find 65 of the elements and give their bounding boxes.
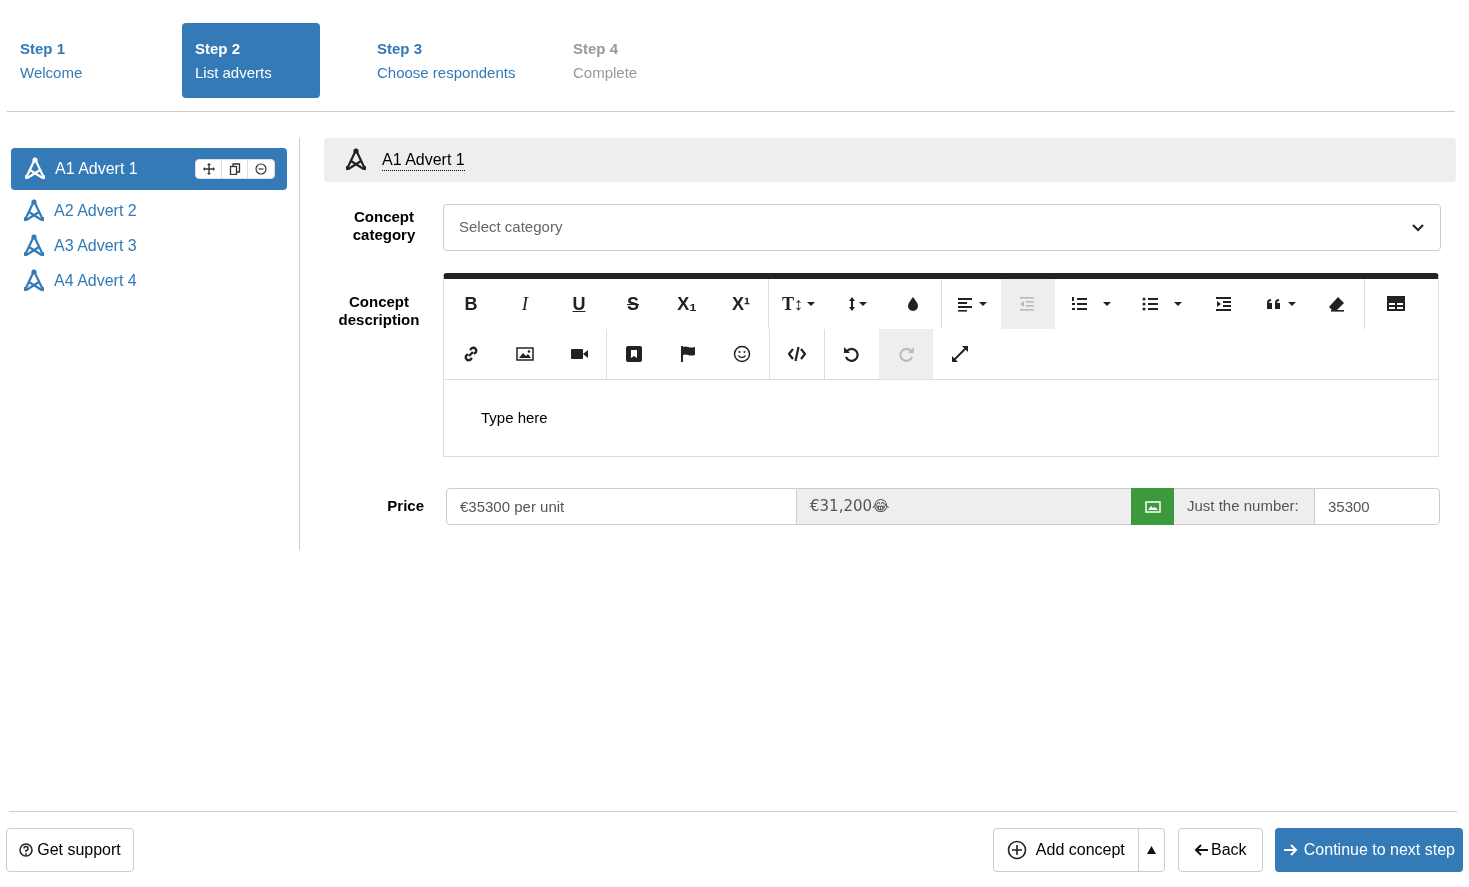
support-button[interactable]: Get support [6,827,134,872]
advert-icon [22,198,46,223]
price-input[interactable]: €35300 per unit [446,488,797,525]
field-label: Concept description [337,293,421,329]
caret-icon [1173,302,1182,306]
move-icon [202,163,215,175]
help-icon [19,842,34,857]
indent-icon [1215,295,1233,313]
bold-button[interactable]: B [444,279,498,329]
advert-icon [344,148,368,172]
image-icon [1144,500,1161,513]
step-link[interactable]: Step 1 Welcome [7,23,182,98]
image-icon [516,345,534,363]
caret-icon [978,302,987,306]
flag-icon [679,345,697,363]
number-input[interactable]: 35300 [1314,488,1440,525]
copy-icon [228,163,241,175]
bookmark-icon [625,345,643,363]
remove-icon [255,163,267,175]
advert-icon [22,268,46,293]
caret-up-icon [1146,845,1156,854]
link-icon [462,345,480,363]
emoji-icon [733,345,751,363]
caret-icon [807,302,815,306]
advert-icon [22,233,46,258]
price-preview: €31,200😂 [797,488,1131,525]
caret-icon [1287,302,1296,306]
advert-list-item[interactable]: A1 Advert 1 [11,148,287,190]
category-select[interactable]: Select category [443,204,1441,251]
font-size-button[interactable]: T↕ [769,279,828,329]
clear-format-icon [1328,295,1346,313]
superscript-button[interactable]: X¹ [714,279,768,329]
advert-list-item[interactable]: A3 Advert 3 [11,228,287,263]
step-link[interactable]: Step 3 Choose respondents [364,23,560,98]
step-link: Step 4 Complete [572,38,639,83]
outdent-icon [1019,295,1037,313]
table-icon [1387,295,1405,313]
advert-list-item[interactable]: A2 Advert 2 [11,193,287,228]
field-label: Concept category [351,208,417,244]
advert-icon [23,157,47,181]
bullet-list-icon [1141,295,1160,313]
step-tab[interactable]: Step 2 List adverts [182,23,320,98]
italic-button[interactable]: I [498,279,552,329]
fullscreen-icon [951,345,969,363]
add-icon [1006,839,1027,860]
arrow-left-icon [1194,842,1209,857]
align-icon [956,295,975,313]
caret-icon [858,302,867,306]
caret-icon [1102,302,1111,306]
strikethrough-button[interactable]: S [606,279,660,329]
undo-icon [843,345,861,363]
code-view-icon [788,345,806,363]
editor-text-area[interactable]: Type here [444,380,1438,456]
field-label: Price [387,497,424,515]
arrow-right-icon [1282,842,1297,857]
subscript-button[interactable]: X₁ [660,279,714,329]
ordered-list-icon [1070,295,1089,313]
next-step-button[interactable]: Continue to next step [1274,827,1463,872]
underline-button[interactable]: U [552,279,606,329]
advert-list-item[interactable]: A4 Advert 4 [11,263,287,298]
redo-icon [897,345,915,363]
line-height-icon [848,297,855,311]
panel-title: A1 Advert 1 [382,149,465,171]
input-addon-label: Just the number: [1174,488,1314,525]
back-button[interactable]: Back [1177,827,1263,872]
